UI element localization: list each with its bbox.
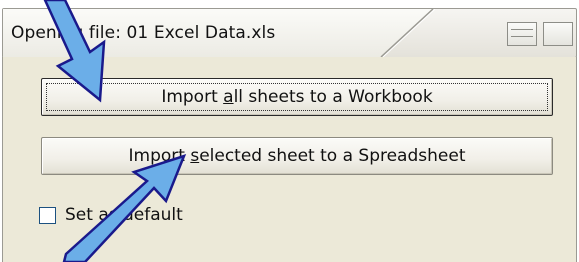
import-selected-label-suffix: elected sheet to a Spreadsheet	[199, 146, 466, 166]
import-all-label-accelerator: a	[223, 87, 234, 107]
import-all-sheets-button[interactable]: Import all sheets to a Workbook	[41, 78, 553, 116]
import-selected-label-accelerator: s	[190, 146, 200, 166]
list-view-icon[interactable]	[507, 22, 537, 46]
title-bar: Opening file: 01 Excel Data.xls	[2, 8, 577, 58]
import-all-label-suffix: ll sheets to a Workbook	[233, 87, 433, 107]
window-title: Opening file: 01 Excel Data.xls	[11, 23, 276, 43]
set-as-default-checkbox[interactable]	[39, 207, 56, 224]
set-as-default-label: Set as default	[65, 205, 183, 225]
single-view-icon[interactable]	[543, 22, 573, 46]
import-selected-label-prefix: Import	[128, 146, 191, 166]
dialog-body: Import all sheets to a Workbook Import s…	[2, 57, 577, 262]
import-all-label-prefix: Import	[161, 87, 224, 107]
import-dialog: Opening file: 01 Excel Data.xls Import a…	[0, 0, 579, 262]
import-selected-sheet-button[interactable]: Import selected sheet to a Spreadsheet	[41, 137, 553, 175]
